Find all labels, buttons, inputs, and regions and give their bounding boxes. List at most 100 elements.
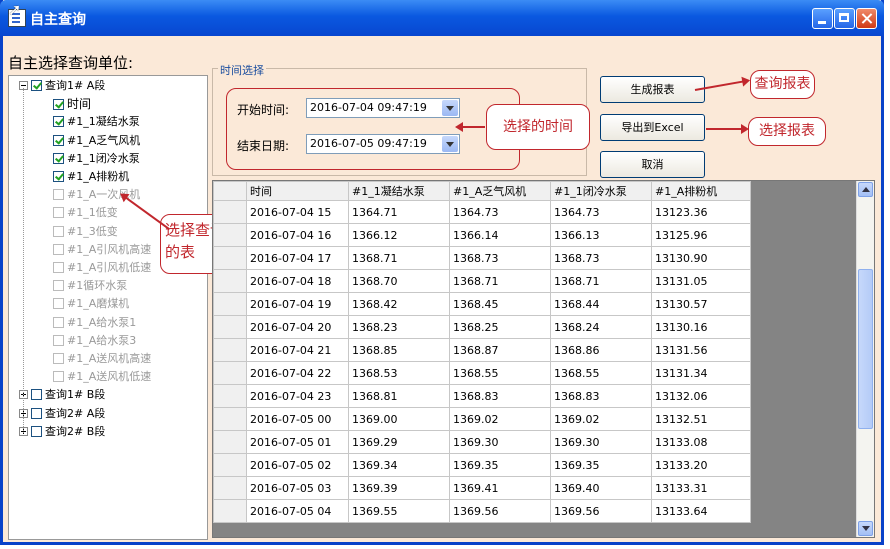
table-cell[interactable]: 1368.83	[449, 384, 551, 408]
table-cell[interactable]: 1368.87	[449, 338, 551, 362]
table-row[interactable]: 2016-07-05 03 1369.39 1369.41 1369.40 13133.…	[213, 476, 751, 500]
tree-node[interactable]: 查询1# B段	[19, 387, 105, 403]
tree-checkbox[interactable]	[53, 225, 64, 237]
table-cell[interactable]: 1369.56	[550, 499, 652, 523]
table-row[interactable]: 2016-07-05 00 1369.00 1369.02 1369.02 13132.…	[213, 407, 751, 431]
scroll-down-icon[interactable]	[858, 521, 873, 536]
table-cell[interactable]: 1366.13	[550, 223, 652, 247]
table-cell[interactable]: 2016-07-05 00	[246, 407, 349, 431]
maximize-button[interactable]	[834, 8, 855, 29]
table-cell[interactable]: 1368.44	[550, 292, 652, 316]
tree-node[interactable]: #1_A乏气风机	[53, 133, 140, 149]
table-cell[interactable]: 1368.71	[348, 246, 450, 270]
table-cell[interactable]: 13133.31	[651, 476, 751, 500]
table-cell[interactable]: 2016-07-04 15	[246, 200, 349, 224]
table-row[interactable]: 2016-07-04 17 1368.71 1368.73 1368.73 13130.…	[213, 246, 751, 270]
column-header[interactable]: #1_1凝结水泵	[348, 181, 450, 201]
table-cell[interactable]: 13131.56	[651, 338, 751, 362]
tree-checkbox[interactable]	[31, 407, 42, 419]
row-header[interactable]	[213, 246, 247, 270]
column-header[interactable]: #1_1闭冷水泵	[550, 181, 652, 201]
table-cell[interactable]: 1368.45	[449, 292, 551, 316]
table-cell[interactable]: 1368.42	[348, 292, 450, 316]
table-cell[interactable]: 1368.85	[348, 338, 450, 362]
row-header[interactable]	[213, 315, 247, 339]
tree-node[interactable]: #1_A引风机低速	[53, 260, 151, 276]
table-cell[interactable]: 1368.24	[550, 315, 652, 339]
table-cell[interactable]: 1366.14	[449, 223, 551, 247]
table-cell[interactable]: 13131.05	[651, 269, 751, 293]
tree-node[interactable]: #1_3低变	[53, 224, 118, 240]
close-button[interactable]	[856, 8, 877, 29]
table-cell[interactable]: 13133.08	[651, 430, 751, 454]
tree-node[interactable]: #1_A排粉机	[53, 169, 129, 185]
tree-checkbox[interactable]	[31, 389, 42, 401]
row-header[interactable]	[213, 223, 247, 247]
row-header[interactable]	[213, 292, 247, 316]
row-header[interactable]	[213, 453, 247, 477]
table-cell[interactable]: 1369.02	[550, 407, 652, 431]
table-cell[interactable]: 13132.51	[651, 407, 751, 431]
table-cell[interactable]: 13125.96	[651, 223, 751, 247]
table-cell[interactable]: 13131.34	[651, 361, 751, 385]
tree-checkbox[interactable]	[53, 316, 64, 328]
generate-report-button[interactable]: 生成报表	[600, 76, 705, 103]
table-row[interactable]: 2016-07-04 15 1364.71 1364.73 1364.73 13123.…	[213, 200, 751, 224]
row-header[interactable]	[213, 430, 247, 454]
scroll-up-icon[interactable]	[858, 182, 873, 197]
table-cell[interactable]: 1369.56	[449, 499, 551, 523]
tree-checkbox[interactable]	[31, 425, 42, 437]
table-row[interactable]: 2016-07-05 02 1369.34 1369.35 1369.35 13133.…	[213, 453, 751, 477]
table-cell[interactable]: 1369.39	[348, 476, 450, 500]
column-header[interactable]: #1_A排粉机	[651, 181, 751, 201]
tree-checkbox[interactable]	[53, 189, 64, 201]
tree-node[interactable]: #1_A引风机高速	[53, 242, 151, 258]
tree-checkbox[interactable]	[53, 371, 64, 383]
title-bar[interactable]: 自主查询	[0, 0, 884, 36]
table-cell[interactable]: 1366.12	[348, 223, 450, 247]
column-header[interactable]: 时间	[246, 181, 349, 201]
tree-checkbox[interactable]	[53, 353, 64, 364]
table-cell[interactable]: 13133.64	[651, 499, 751, 523]
table-row[interactable]: 2016-07-04 20 1368.23 1368.25 1368.24 13130.…	[213, 315, 751, 339]
tree-checkbox[interactable]	[53, 280, 64, 292]
table-cell[interactable]: 1368.55	[449, 361, 551, 385]
table-cell[interactable]: 2016-07-05 04	[246, 499, 349, 523]
tree-node[interactable]: #1循环水泵	[53, 278, 127, 294]
tree-node[interactable]: 查询2# A段	[19, 406, 105, 422]
minimize-button[interactable]	[812, 8, 833, 29]
table-cell[interactable]: 1369.00	[348, 407, 450, 431]
table-cell[interactable]: 13132.06	[651, 384, 751, 408]
table-cell[interactable]: 1369.55	[348, 499, 450, 523]
table-cell[interactable]: 2016-07-04 19	[246, 292, 349, 316]
tree-checkbox[interactable]	[53, 152, 64, 164]
table-cell[interactable]: 1364.71	[348, 200, 450, 224]
row-header[interactable]	[213, 338, 247, 362]
table-cell[interactable]: 1369.30	[550, 430, 652, 454]
table-cell[interactable]: 1368.23	[348, 315, 450, 339]
row-header[interactable]	[213, 269, 247, 293]
report-grid[interactable]: 时间 #1_1凝结水泵 #1_A乏气风机 #1_1闭冷水泵 #1_A排粉机 2016-0…	[212, 180, 875, 538]
tree-checkbox[interactable]	[53, 171, 64, 182]
unit-tree[interactable]: 查询1# A段 时间 #1_1凝结水泵 #1_A乏气风机 #1_1闭冷水泵 #1_A排粉机…	[8, 75, 208, 540]
tree-node[interactable]: #1_A送风机低速	[53, 369, 151, 385]
tree-checkbox[interactable]	[53, 134, 64, 146]
tree-checkbox[interactable]	[53, 116, 64, 128]
table-cell[interactable]: 2016-07-05 03	[246, 476, 349, 500]
cancel-button[interactable]: 取消	[600, 151, 705, 178]
table-row[interactable]: 2016-07-04 23 1368.81 1368.83 1368.83 13132.…	[213, 384, 751, 408]
table-row[interactable]: 2016-07-05 04 1369.55 1369.56 1369.56 13133.…	[213, 499, 751, 523]
tree-checkbox[interactable]	[53, 334, 64, 346]
table-row[interactable]: 2016-07-04 18 1368.70 1368.71 1368.71 13131.…	[213, 269, 751, 293]
table-cell[interactable]: 2016-07-04 20	[246, 315, 349, 339]
tree-checkbox[interactable]	[53, 262, 64, 273]
tree-node[interactable]: #1_A给水泵3	[53, 333, 136, 349]
table-cell[interactable]: 2016-07-04 21	[246, 338, 349, 362]
tree-node[interactable]: #1_A给水泵1	[53, 315, 136, 331]
row-header[interactable]	[213, 384, 247, 408]
table-cell[interactable]: 1369.40	[550, 476, 652, 500]
tree-node[interactable]: 查询2# B段	[19, 424, 105, 440]
tree-node[interactable]: 时间	[53, 96, 91, 112]
table-cell[interactable]: 2016-07-04 18	[246, 269, 349, 293]
table-cell[interactable]: 1369.02	[449, 407, 551, 431]
